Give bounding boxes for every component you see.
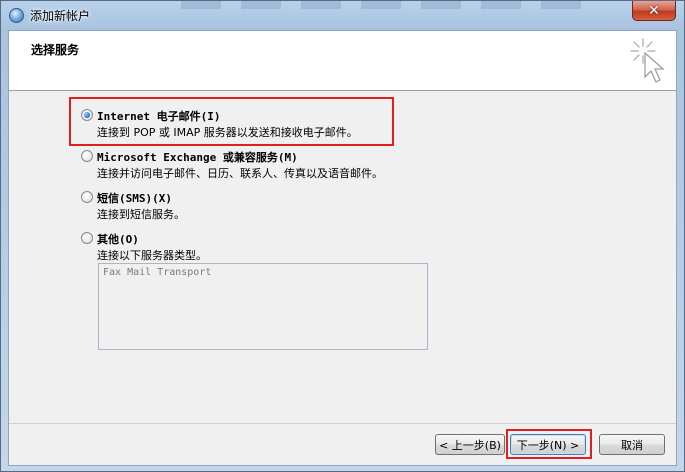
title-bar-background xyxy=(181,1,601,9)
dialog-header: 选择服务 xyxy=(9,31,676,91)
back-button[interactable]: < 上一步(B) xyxy=(435,434,505,455)
title-bar[interactable]: 添加新帐户 ✕ xyxy=(1,1,684,29)
add-account-window: 添加新帐户 ✕ 选择服务 Internet 电子邮件(I) 连接到 POP 或 … xyxy=(0,0,685,472)
service-options: Internet 电子邮件(I) 连接到 POP 或 IMAP 服务器以发送和接… xyxy=(9,92,676,422)
dialog-client-area: 选择服务 Internet 电子邮件(I) 连接到 POP 或 IMAP 服务器… xyxy=(8,30,677,466)
option-label: 短信(SMS)(X) xyxy=(97,192,172,205)
close-button[interactable]: ✕ xyxy=(632,1,676,21)
window-title: 添加新帐户 xyxy=(30,9,91,23)
page-title: 选择服务 xyxy=(31,43,80,57)
server-type-list[interactable]: Fax Mail Transport xyxy=(98,263,428,350)
option-description: 连接以下服务器类型。 xyxy=(97,249,207,262)
outlook-app-icon xyxy=(9,8,24,23)
option-label: Microsoft Exchange 或兼容服务(M) xyxy=(97,151,298,164)
list-item[interactable]: Fax Mail Transport xyxy=(103,267,211,278)
footer-divider xyxy=(9,423,676,424)
cancel-button[interactable]: 取消 xyxy=(599,434,665,455)
radio-internet-email[interactable] xyxy=(81,109,93,121)
close-icon: ✕ xyxy=(648,2,660,19)
wizard-cursor-icon xyxy=(630,38,665,83)
radio-exchange[interactable] xyxy=(81,150,93,162)
radio-sms[interactable] xyxy=(81,191,93,203)
option-label: Internet 电子邮件(I) xyxy=(97,110,221,123)
option-label: 其他(O) xyxy=(97,233,139,246)
next-button[interactable]: 下一步(N) > xyxy=(510,434,586,455)
option-description: 连接到短信服务。 xyxy=(97,208,185,221)
radio-other[interactable] xyxy=(81,232,93,244)
option-description: 连接并访问电子邮件、日历、联系人、传真以及语音邮件。 xyxy=(97,167,383,180)
option-description: 连接到 POP 或 IMAP 服务器以发送和接收电子邮件。 xyxy=(97,126,358,139)
